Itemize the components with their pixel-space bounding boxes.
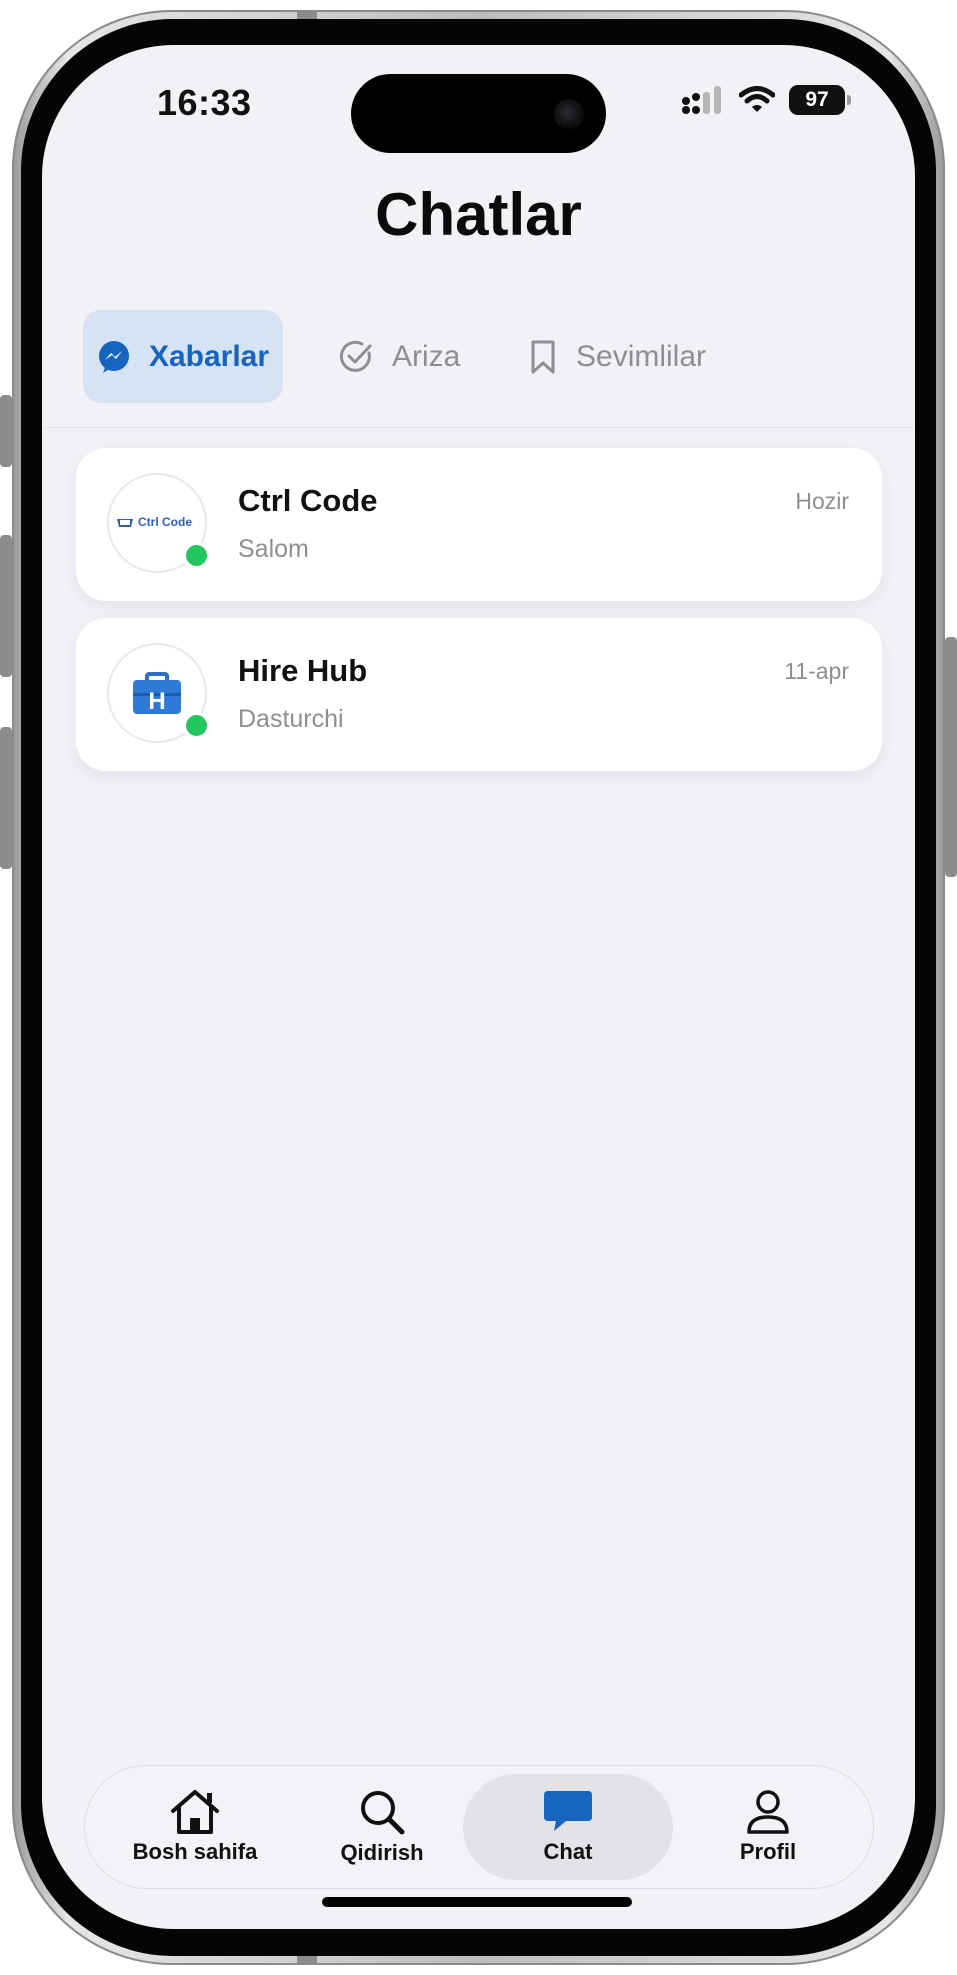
nav-chat[interactable]: Chat (463, 1774, 673, 1880)
chat-name: Ctrl Code (238, 483, 378, 518)
tab-label: Xabarlar (148, 339, 270, 373)
chat-last-message: Salom (238, 535, 309, 563)
cellular-signal-icon (682, 86, 721, 114)
chat-bubble-icon (544, 1791, 592, 1831)
avatar: Ctrl Code (107, 473, 210, 573)
avatar-text: Ctrl Code (138, 515, 192, 529)
nav-label: Chat (543, 1839, 593, 1864)
dynamic-island (351, 74, 606, 153)
chat-item-hire-hub[interactable]: H Hire Hub Dasturchi 11-apr (76, 618, 882, 771)
person-icon (747, 1790, 789, 1834)
antenna-band (297, 1955, 317, 1965)
wifi-icon (739, 86, 775, 112)
volume-down-button (0, 727, 12, 869)
status-icons: 97 (681, 85, 851, 115)
avatar-text: H (148, 688, 165, 715)
nav-label: Qidirish (340, 1840, 424, 1865)
online-indicator (183, 712, 210, 739)
nav-label: Profil (739, 1839, 797, 1864)
action-button (0, 395, 12, 467)
chat-item-ctrl-code[interactable]: Ctrl Code Ctrl Code Salom Hozir (76, 448, 882, 601)
nav-label: Bosh sahifa (132, 1839, 258, 1864)
chat-last-message: Dasturchi (238, 705, 344, 733)
tab-label: Ariza (392, 339, 461, 373)
home-indicator[interactable] (322, 1897, 632, 1907)
battery-indicator: 97 (789, 85, 851, 115)
tabs-divider (42, 427, 915, 428)
power-button (945, 637, 957, 877)
bottom-nav: Bosh sahifa Qidirish Chat Profil (84, 1765, 874, 1889)
bookmark-icon (531, 340, 555, 373)
nav-qidirish[interactable]: Qidirish (297, 1774, 467, 1880)
screen: 16:33 97 Chatlar Xabarlar Ariza Sevimlil… (42, 45, 915, 1929)
tab-label: Sevimlilar (576, 339, 707, 373)
status-time: 16:33 (157, 82, 252, 123)
nav-bosh-sahifa[interactable]: Bosh sahifa (110, 1774, 280, 1880)
chat-name: Hire Hub (238, 653, 368, 688)
home-icon (171, 1790, 219, 1834)
nav-profil[interactable]: Profil (683, 1774, 853, 1880)
chat-time: Hozir (795, 488, 849, 514)
chat-time: 11-apr (784, 658, 849, 684)
chat-list: Ctrl Code Ctrl Code Salom Hozir H Hire H… (76, 448, 882, 788)
messenger-icon (98, 340, 129, 373)
search-icon (361, 1791, 405, 1835)
tab-sevimlilar[interactable]: Sevimlilar (528, 310, 768, 403)
volume-up-button (0, 535, 12, 677)
online-indicator (183, 542, 210, 569)
check-circle-icon (339, 340, 372, 372)
tab-ariza[interactable]: Ariza (338, 310, 518, 403)
tab-bar: Xabarlar Ariza Sevimlilar (83, 310, 883, 405)
front-camera (554, 99, 584, 129)
avatar: H (107, 643, 210, 743)
page-title: Chatlar (375, 181, 582, 248)
tab-xabarlar[interactable]: Xabarlar (83, 310, 283, 403)
